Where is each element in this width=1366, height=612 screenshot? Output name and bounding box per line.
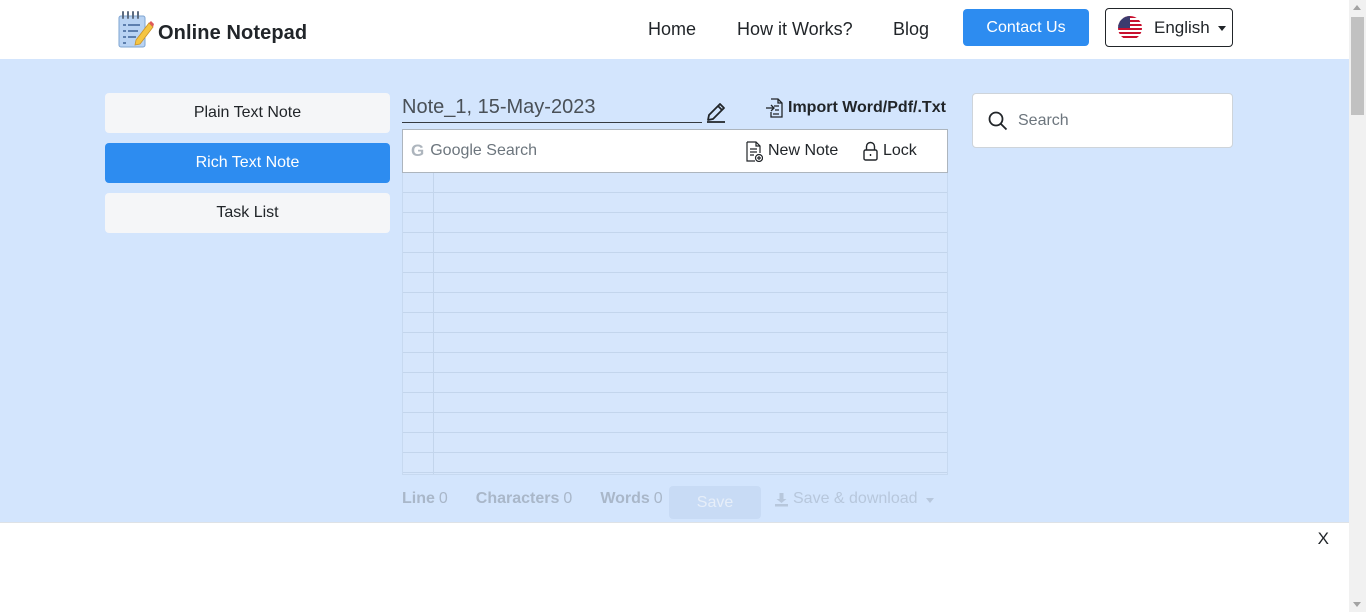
download-icon [775,492,788,506]
import-file-icon [766,98,783,118]
lock-button[interactable]: Lock [863,130,917,172]
new-note-label: New Note [768,142,839,159]
notepad-logo [116,10,154,50]
brand-name: Online Notepad [158,21,308,44]
save-download-label: Save & download [793,490,918,507]
line-count: 0 [438,490,448,507]
import-label: Import Word/Pdf/.Txt [788,99,946,116]
language-label: English [1154,17,1210,37]
save-button[interactable]: Save [669,486,761,519]
task-list-button[interactable]: Task List [105,193,390,233]
word-count-label: Words [600,490,650,507]
ad-banner: X [0,522,1349,612]
editor-margin-line [433,173,434,474]
page-scrollbar[interactable] [1349,0,1366,612]
search-input[interactable] [1018,111,1218,130]
us-flag-icon [1118,15,1142,40]
google-search-field[interactable]: G Google Search [411,130,537,172]
rich-text-note-button[interactable]: Rich Text Note [105,143,390,183]
scroll-down-icon[interactable] [1353,602,1361,607]
brand-link[interactable]: Online Notepad [116,10,307,50]
note-title[interactable]: Note_1, 15-May-2023 [402,96,702,123]
new-note-button[interactable]: New Note [746,130,838,172]
note-editor[interactable] [402,173,948,475]
search-icon [988,111,1008,130]
character-count: 0 [563,490,573,507]
word-count: 0 [653,490,663,507]
character-count-label: Characters [475,490,560,507]
chevron-down-icon [1217,26,1226,31]
top-navbar: Online Notepad Home How it Works? Blog C… [0,0,1349,59]
note-toolbar: G Google Search New Note Lock [402,129,948,173]
pencil-icon[interactable] [704,100,728,124]
plain-text-note-button[interactable]: Plain Text Note [105,93,390,133]
contact-us-button[interactable]: Contact Us [963,9,1089,46]
new-note-icon [746,140,763,162]
nav-how-it-works[interactable]: How it Works? [737,19,853,40]
nav-home[interactable]: Home [648,19,696,40]
import-button[interactable]: Import Word/Pdf/.Txt [765,98,946,118]
lock-label: Lock [883,142,917,159]
language-dropdown[interactable]: English [1105,8,1233,47]
save-download-button[interactable]: Save & download [774,490,934,508]
google-search-placeholder: Google Search [430,142,537,159]
google-icon: G [411,141,425,160]
scroll-thumb[interactable] [1351,17,1364,115]
scroll-up-icon[interactable] [1353,5,1361,10]
line-count-label: Line [402,490,435,507]
ad-close-button[interactable]: X [1318,529,1329,549]
search-box[interactable] [972,93,1233,148]
lock-icon [863,141,878,161]
note-stats: Line 0 Characters 0 Words 0 [402,490,691,508]
nav-blog[interactable]: Blog [893,19,929,40]
chevron-down-icon [925,497,934,503]
